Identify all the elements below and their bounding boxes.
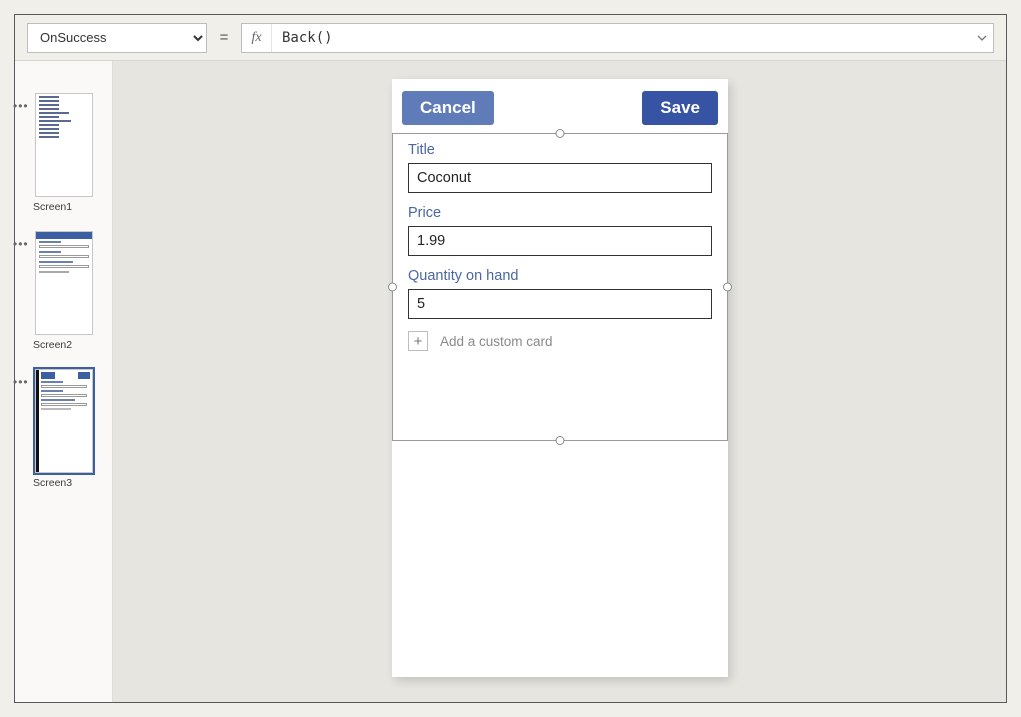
screens-panel: ••• Screen1 ••• Screen2 ••• (15, 61, 113, 702)
thumbnail-label: Screen1 (23, 201, 104, 213)
quantity-input[interactable] (408, 289, 712, 319)
field-label: Price (408, 205, 712, 221)
screen-thumbnail-2[interactable] (35, 231, 93, 335)
equals-label: = (217, 29, 231, 46)
edit-form[interactable]: Title Price Quantity on hand + Add a cus… (392, 130, 728, 351)
cancel-button[interactable]: Cancel (402, 91, 494, 125)
screen-thumbnail-3[interactable] (35, 369, 93, 473)
app-header: Cancel Save (392, 86, 728, 130)
add-card-row[interactable]: + Add a custom card (408, 331, 712, 351)
editor-frame: OnSuccess = fx ••• Screen1 ••• (14, 14, 1007, 703)
price-input[interactable] (408, 226, 712, 256)
card-quantity[interactable]: Quantity on hand (408, 268, 712, 319)
add-card-label: Add a custom card (440, 334, 553, 349)
property-select[interactable]: OnSuccess (27, 23, 207, 53)
formula-input-container: fx (241, 23, 994, 53)
formula-input[interactable] (272, 24, 971, 52)
thumbnail-row-3: ••• Screen3 (15, 369, 112, 507)
title-input[interactable] (408, 163, 712, 193)
chevron-down-icon[interactable] (971, 32, 993, 44)
thumbnail-label: Screen2 (23, 339, 104, 351)
canvas[interactable]: Cancel Save Title Price Quantity on hand… (113, 61, 1006, 702)
plus-icon[interactable]: + (408, 331, 428, 351)
more-icon[interactable]: ••• (13, 99, 29, 113)
field-label: Quantity on hand (408, 268, 712, 284)
fx-label: fx (242, 24, 272, 52)
screen-thumbnail-1[interactable] (35, 93, 93, 197)
card-price[interactable]: Price (408, 205, 712, 256)
thumbnail-row-1: ••• Screen1 (15, 93, 112, 231)
card-title[interactable]: Title (408, 142, 712, 193)
more-icon[interactable]: ••• (13, 237, 29, 251)
thumbnail-row-2: ••• Screen2 (15, 231, 112, 369)
more-icon[interactable]: ••• (13, 375, 29, 389)
app-preview: Cancel Save Title Price Quantity on hand… (392, 79, 728, 677)
formula-bar: OnSuccess = fx (15, 15, 1006, 61)
save-button[interactable]: Save (642, 91, 718, 125)
field-label: Title (408, 142, 712, 158)
thumbnail-label: Screen3 (23, 477, 104, 489)
